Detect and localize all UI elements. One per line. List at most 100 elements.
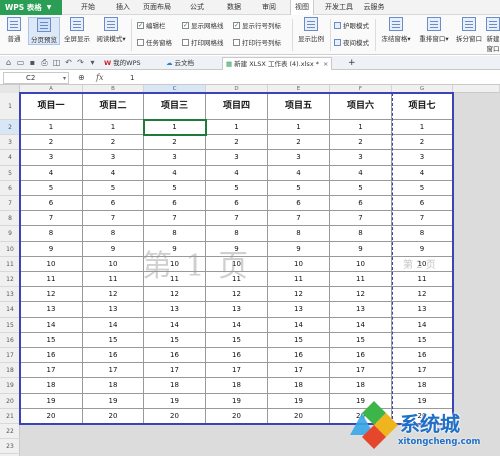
menu-7[interactable]: 视图 [290, 0, 314, 16]
table-cell[interactable]: 16 [392, 348, 453, 364]
table-cell[interactable]: 18 [206, 378, 268, 394]
table-cell[interactable]: 3 [20, 150, 83, 166]
table-cell[interactable]: 13 [83, 302, 144, 318]
table-cell[interactable]: 2 [330, 135, 392, 151]
menu-3[interactable]: 页面布局 [140, 0, 174, 15]
table-cell[interactable]: 17 [206, 363, 268, 379]
table-header-cell[interactable]: 项目二 [83, 93, 144, 120]
table-cell[interactable]: 7 [83, 211, 144, 227]
table-cell[interactable]: 12 [20, 287, 83, 303]
table-cell[interactable]: 1 [206, 120, 268, 136]
row-header-14[interactable]: 14 [0, 302, 20, 318]
row-header-5[interactable]: 5 [0, 166, 20, 181]
table-cell[interactable]: 10 [20, 256, 83, 272]
table-cell[interactable]: 16 [83, 348, 144, 364]
table-cell[interactable]: 10 [268, 256, 330, 272]
headings-checkbox[interactable]: ✓ 显示行号列标 [233, 20, 281, 30]
menu-5[interactable]: 数据 [220, 0, 248, 15]
close-icon[interactable]: × [323, 58, 328, 71]
table-cell[interactable]: 1 [330, 120, 392, 136]
row-header-8[interactable]: 8 [0, 211, 20, 227]
table-cell[interactable]: 5 [206, 180, 268, 196]
table-header-cell[interactable]: 项目七 [392, 93, 453, 120]
table-cell[interactable]: 7 [20, 211, 83, 227]
table-cell[interactable]: 19 [144, 393, 206, 409]
tab-cloud-docs[interactable]: ☁ 云文档 [166, 57, 194, 70]
table-cell[interactable]: 7 [392, 211, 453, 227]
table-cell[interactable]: 17 [330, 363, 392, 379]
table-cell[interactable]: 17 [392, 363, 453, 379]
wps-logo-button[interactable]: WPS 表格 ▼ [0, 0, 62, 15]
gridlines-checkbox[interactable]: ✓ 显示网格线 [182, 20, 224, 30]
row-header-6[interactable]: 6 [0, 181, 20, 196]
table-cell[interactable]: 13 [392, 302, 453, 318]
table-cell[interactable]: 15 [144, 332, 206, 348]
table-cell[interactable]: 8 [206, 226, 268, 242]
row-header-21[interactable]: 21 [0, 409, 20, 424]
row-header-11[interactable]: 11 [0, 257, 20, 272]
table-cell[interactable]: 14 [144, 317, 206, 333]
redo-icon[interactable]: ↷ [76, 58, 85, 67]
table-cell[interactable]: 19 [20, 393, 83, 409]
table-cell[interactable]: 19 [268, 393, 330, 409]
table-cell[interactable]: 6 [392, 196, 453, 212]
row-header-23[interactable]: 23 [0, 439, 20, 455]
table-cell[interactable]: 12 [268, 287, 330, 303]
column-header-c[interactable]: C [144, 85, 206, 93]
table-cell[interactable]: 2 [20, 135, 83, 151]
table-cell[interactable]: 2 [206, 135, 268, 151]
table-cell[interactable]: 14 [330, 317, 392, 333]
quick-access-menu-icon[interactable]: ▾ [88, 58, 97, 67]
table-cell[interactable]: 15 [392, 332, 453, 348]
table-cell[interactable]: 20 [20, 408, 83, 424]
table-cell[interactable]: 13 [206, 302, 268, 318]
table-cell[interactable]: 4 [330, 165, 392, 181]
column-header-d[interactable]: D [206, 85, 268, 93]
menu-9[interactable]: 云服务 [360, 0, 388, 15]
table-cell[interactable]: 18 [330, 378, 392, 394]
reading-mode-button[interactable]: 阅读模式▾ [93, 17, 129, 43]
page-break-preview-button[interactable]: 分页预览 [28, 17, 60, 45]
table-cell[interactable]: 2 [83, 135, 144, 151]
eye-mode-button[interactable]: 护眼模式 [334, 20, 369, 30]
table-header-cell[interactable]: 项目四 [206, 93, 268, 120]
table-cell[interactable]: 7 [268, 211, 330, 227]
table-cell[interactable]: 8 [392, 226, 453, 242]
table-cell[interactable]: 7 [330, 211, 392, 227]
table-cell[interactable]: 3 [83, 150, 144, 166]
table-cell[interactable]: 11 [268, 272, 330, 288]
table-cell[interactable]: 4 [83, 165, 144, 181]
row-header-9[interactable]: 9 [0, 226, 20, 242]
table-cell[interactable]: 18 [20, 378, 83, 394]
table-cell[interactable]: 16 [20, 348, 83, 364]
table-cell[interactable]: 12 [206, 287, 268, 303]
table-cell[interactable]: 18 [144, 378, 206, 394]
table-cell[interactable]: 9 [83, 241, 144, 257]
table-cell[interactable]: 11 [20, 272, 83, 288]
table-cell[interactable]: 4 [392, 165, 453, 181]
column-header-f[interactable]: F [330, 85, 392, 93]
table-cell[interactable]: 20 [144, 408, 206, 424]
table-cell[interactable]: 14 [206, 317, 268, 333]
select-all-corner[interactable] [0, 85, 20, 93]
editbar-checkbox[interactable]: ✓ 编辑栏 [137, 20, 166, 30]
print-headings-checkbox[interactable]: 打印行号列标 [233, 37, 281, 47]
column-header-g[interactable]: G [392, 85, 453, 93]
table-cell[interactable]: 1 [83, 120, 144, 136]
table-cell[interactable]: 5 [392, 180, 453, 196]
table-cell[interactable]: 6 [206, 196, 268, 212]
table-cell[interactable]: 8 [144, 226, 206, 242]
table-cell[interactable]: 14 [268, 317, 330, 333]
table-cell[interactable]: 16 [144, 348, 206, 364]
table-cell[interactable]: 9 [20, 241, 83, 257]
night-mode-button[interactable]: 夜间模式 [334, 37, 369, 47]
row-header-18[interactable]: 18 [0, 363, 20, 379]
table-cell[interactable]: 1 [20, 120, 83, 136]
column-header-b[interactable]: B [83, 85, 144, 93]
row-header-22[interactable]: 22 [0, 424, 20, 440]
preview-icon[interactable]: ◫ [52, 58, 61, 67]
table-cell[interactable]: 12 [330, 287, 392, 303]
table-cell[interactable]: 11 [330, 272, 392, 288]
table-cell[interactable]: 11 [83, 272, 144, 288]
normal-view-button[interactable]: 普通 [4, 17, 24, 43]
